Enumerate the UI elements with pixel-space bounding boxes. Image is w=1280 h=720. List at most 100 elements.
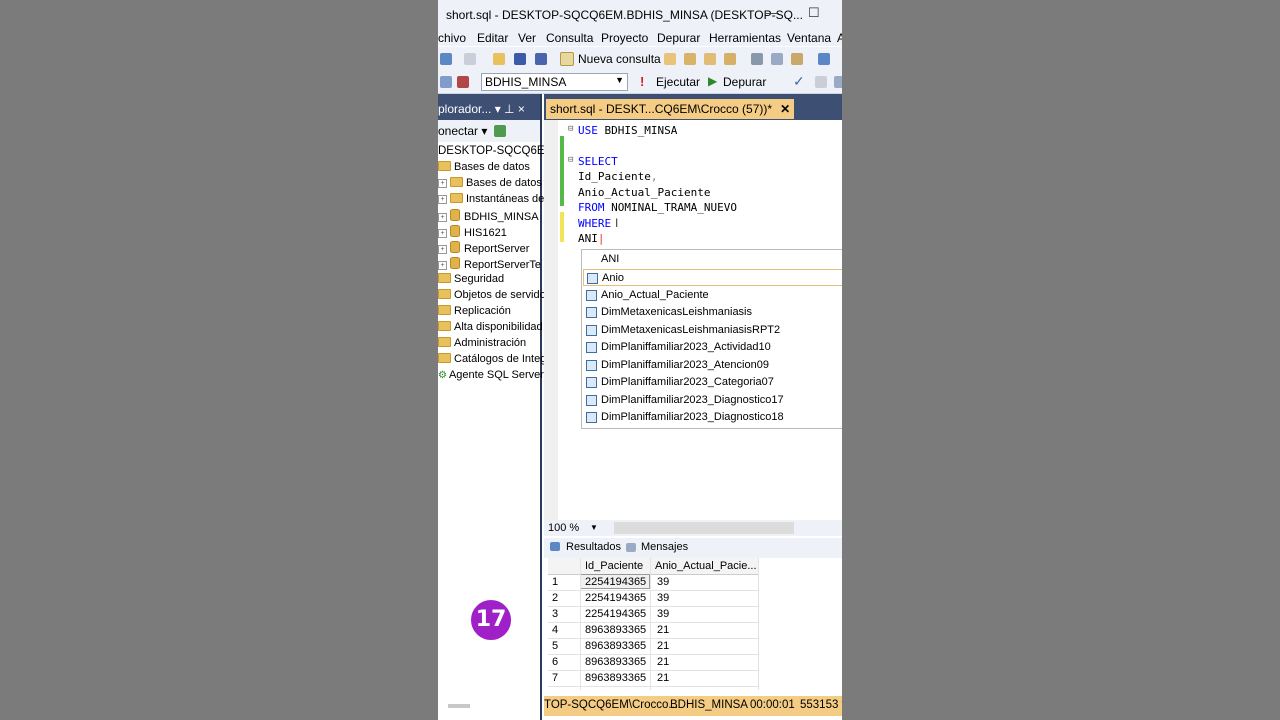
expand-icon[interactable]: + [438, 261, 447, 270]
tree-item-management[interactable]: Administración [438, 337, 526, 349]
zoom-level[interactable]: 100 % [548, 522, 579, 534]
tab-short-sql[interactable]: short.sql - DESKT...CQ6EM\Crocco (57))* ✕ [546, 99, 795, 119]
execute-button[interactable]: Ejecutar [656, 75, 700, 89]
cut-icon[interactable] [751, 53, 763, 65]
tree-item-always-on[interactable]: Alta disponibilidad [438, 321, 543, 333]
disconnect-icon[interactable] [457, 76, 469, 88]
menu-ver[interactable]: Ver [518, 31, 536, 45]
menu-archivo[interactable]: chivo [438, 31, 466, 45]
connect-button[interactable]: onectar ▾ [438, 124, 487, 138]
cell-id-paciente[interactable]: 2254194365 [585, 576, 646, 588]
chevron-down-icon[interactable]: ▼ [590, 523, 598, 532]
expand-icon[interactable]: + [438, 245, 447, 254]
undo-icon[interactable] [818, 53, 830, 65]
collapse-icon[interactable]: ⊟ [568, 155, 573, 165]
autocomplete-item[interactable]: DimMetaxenicasLeishmaniasis [583, 304, 842, 321]
tree-item-sql-agent[interactable]: ⚙ Agente SQL Server [438, 369, 544, 381]
results-text-icon[interactable] [834, 76, 842, 88]
tree-server-node[interactable]: DESKTOP-SQCQ6EM [438, 145, 554, 157]
tree-item-bdhis-minsa[interactable]: + BDHIS_MINSA [438, 209, 539, 223]
save-icon[interactable] [514, 53, 526, 65]
editor-horizontal-scrollbar[interactable] [614, 522, 794, 534]
menu-editar[interactable]: Editar [477, 31, 508, 45]
collapse-icon[interactable]: ⊟ [568, 124, 573, 134]
close-icon[interactable]: ✕ [780, 102, 790, 116]
code-line-4: Anio_Actual_Paciente [578, 186, 711, 199]
cell-id-paciente[interactable]: 8963893365 [585, 656, 646, 668]
tab-messages[interactable]: Mensajes [641, 541, 688, 553]
query-icon-2[interactable] [684, 53, 696, 65]
cell-anio[interactable]: 39 [657, 592, 669, 604]
copy-icon[interactable] [771, 53, 783, 65]
parse-check-icon[interactable]: ✓ [793, 73, 805, 90]
tree-item-server-objects[interactable]: Objetos de servido [438, 289, 546, 301]
cell-anio[interactable]: 39 [657, 576, 669, 588]
available-databases-icon[interactable] [440, 76, 452, 88]
maximize-button[interactable]: ☐ [808, 5, 820, 21]
expand-icon[interactable]: + [438, 179, 447, 188]
horizontal-scrollbar[interactable] [448, 704, 470, 708]
menu-herramientas[interactable]: Herramientas [709, 31, 781, 45]
cell-anio[interactable]: 21 [657, 656, 669, 668]
tree-item-reportservertemp[interactable]: + ReportServerTe [438, 257, 541, 271]
paste-icon[interactable] [791, 53, 803, 65]
tree-item-integration-catalogs[interactable]: Catálogos de Integ [438, 353, 546, 365]
menu-ventana[interactable]: Ventana [787, 31, 831, 45]
autocomplete-item[interactable]: DimPlaniffamiliar2023_Atencion09 [583, 357, 842, 374]
query-icon-4[interactable] [724, 53, 736, 65]
autocomplete-item[interactable]: DimPlaniffamiliar2023_Categoria07 [583, 374, 842, 391]
tree-item-databases[interactable]: Bases de datos [438, 161, 530, 173]
database-select[interactable]: BDHIS_MINSA ▼ [481, 73, 628, 91]
cell-id-paciente[interactable]: 8963893365 [585, 624, 646, 636]
cell-id-paciente[interactable]: 2254194365 [585, 592, 646, 604]
menu-depurar[interactable]: Depurar [657, 31, 700, 45]
tab-results[interactable]: Resultados [566, 541, 621, 553]
tree-item-snapshots[interactable]: + Instantáneas de [438, 193, 544, 205]
column-icon [586, 290, 597, 301]
autocomplete-item[interactable]: DimPlaniffamiliar2023_Diagnostico17 [583, 392, 842, 409]
grid-icon[interactable] [464, 53, 476, 65]
new-query-icon[interactable] [560, 52, 574, 66]
saved-changes-bar [560, 136, 564, 206]
menu-proyecto[interactable]: Proyecto [601, 31, 648, 45]
results-grid-icon[interactable] [815, 76, 827, 88]
new-project-icon[interactable] [440, 53, 452, 65]
expand-icon[interactable]: + [438, 213, 447, 222]
tree-item-reportserver[interactable]: + ReportServer [438, 241, 529, 255]
cell-id-paciente[interactable]: 2254194365 [585, 608, 646, 620]
autocomplete-item[interactable]: DimMetaxenicasLeishmaniasisRPT2 [583, 322, 842, 339]
tree-item-system-databases[interactable]: + Bases de datos [438, 177, 542, 189]
autocomplete-item[interactable]: Anio_Actual_Paciente [583, 287, 842, 304]
cell-id-paciente[interactable]: 8963893365 [585, 640, 646, 652]
menu-consulta[interactable]: Consulta [546, 31, 593, 45]
query-icon-1[interactable] [664, 53, 676, 65]
object-explorer-title: plorador... ▾ ⊥ × [438, 102, 525, 116]
cell-anio[interactable]: 21 [657, 640, 669, 652]
cell-anio[interactable]: 21 [657, 624, 669, 636]
database-select-value: BDHIS_MINSA [485, 75, 567, 89]
query-icon-3[interactable] [704, 53, 716, 65]
connect-icon[interactable] [494, 125, 506, 137]
save-all-icon[interactable] [535, 53, 547, 65]
tree-item-his1621[interactable]: + HIS1621 [438, 225, 507, 239]
new-query-button[interactable]: Nueva consulta [578, 52, 661, 66]
minimize-button[interactable]: — [766, 5, 779, 20]
debug-button[interactable]: Depurar [723, 75, 766, 89]
cell-anio[interactable]: 21 [657, 672, 669, 684]
autocomplete-item[interactable]: DimPlaniffamiliar2023_Diagnostico18 [583, 409, 842, 426]
menu-ayuda[interactable]: A [837, 31, 842, 45]
expand-icon[interactable]: + [438, 195, 447, 204]
folder-icon [438, 337, 451, 347]
tree-item-replication[interactable]: Replicación [438, 305, 511, 317]
tree-item-security[interactable]: Seguridad [438, 273, 504, 285]
table-icon [586, 325, 597, 336]
autocomplete-item[interactable]: Anio [583, 269, 842, 286]
column-header[interactable]: Id_Paciente [585, 560, 643, 572]
column-header[interactable]: Anio_Actual_Pacie... [655, 560, 757, 572]
folder-icon [438, 289, 451, 299]
cell-id-paciente[interactable]: 8963893365 [585, 672, 646, 684]
open-folder-icon[interactable] [493, 53, 505, 65]
cell-anio[interactable]: 39 [657, 608, 669, 620]
expand-icon[interactable]: + [438, 229, 447, 238]
autocomplete-item[interactable]: DimPlaniffamiliar2023_Actividad10 [583, 339, 842, 356]
